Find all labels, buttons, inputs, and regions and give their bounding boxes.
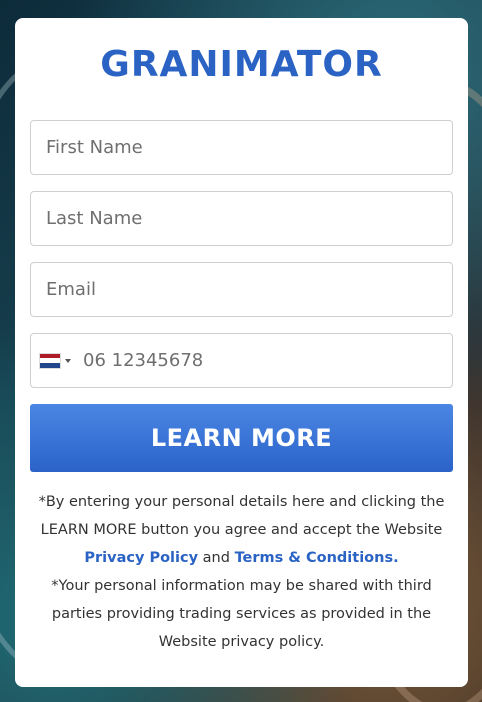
privacy-policy-link[interactable]: Privacy Policy	[84, 550, 198, 566]
signup-form-card: GRANIMATOR LEARN MORE *By entering your …	[15, 18, 468, 687]
disclaimer-and: and	[202, 550, 230, 566]
last-name-field[interactable]	[30, 191, 453, 246]
learn-more-button[interactable]: LEARN MORE	[30, 404, 453, 472]
first-name-field[interactable]	[30, 120, 453, 175]
background-image: GRANIMATOR LEARN MORE *By entering your …	[0, 0, 482, 702]
email-field[interactable]	[30, 262, 453, 317]
country-selector[interactable]	[39, 334, 71, 387]
brand-title: GRANIMATOR	[100, 44, 383, 85]
last-name-input[interactable]	[31, 192, 452, 245]
email-input[interactable]	[31, 263, 452, 316]
phone-input[interactable]	[31, 334, 452, 387]
disclaimer-line-2: *Your personal information may be shared…	[51, 578, 432, 650]
phone-field[interactable]	[30, 333, 453, 388]
terms-conditions-link[interactable]: Terms & Conditions.	[235, 550, 399, 566]
chevron-down-icon	[65, 358, 71, 363]
disclaimer-text: *By entering your personal details here …	[25, 488, 458, 656]
disclaimer-line-1: *By entering your personal details here …	[38, 494, 445, 538]
netherlands-flag-icon	[39, 352, 61, 369]
first-name-input[interactable]	[31, 121, 452, 174]
